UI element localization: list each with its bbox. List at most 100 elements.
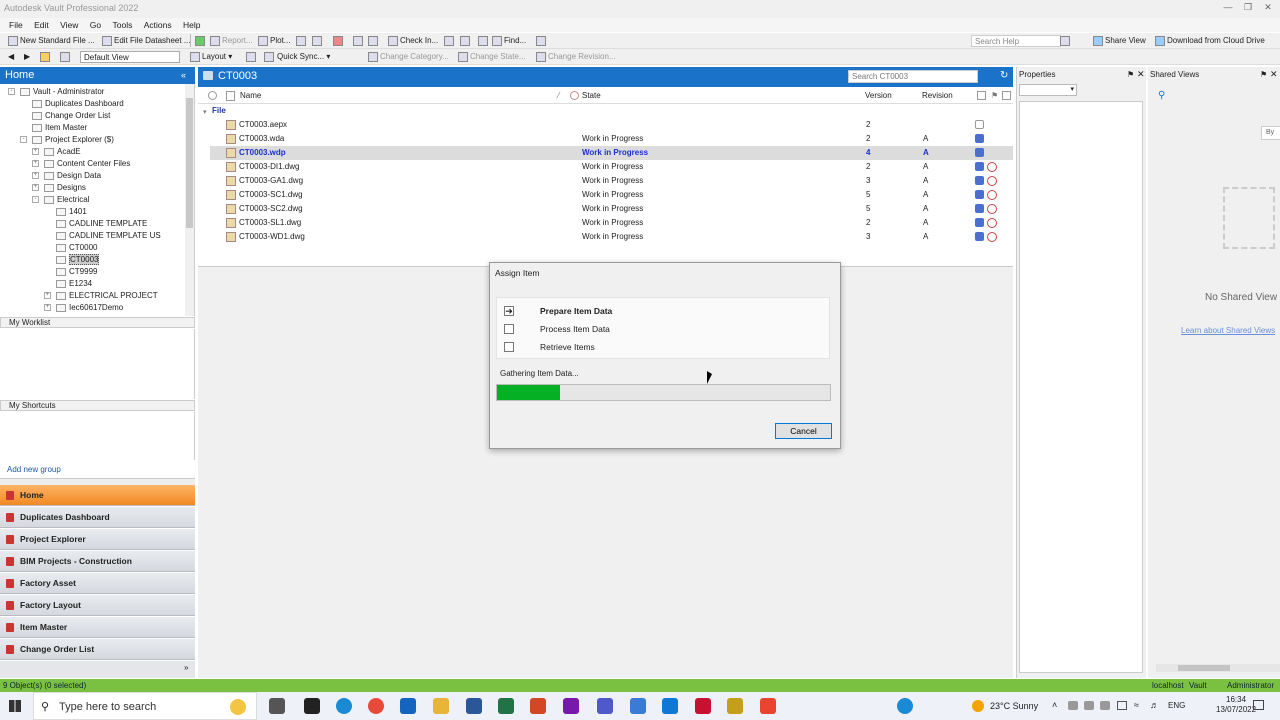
tree-node[interactable]: CADLINE TEMPLATE (56, 218, 147, 230)
wifi-icon[interactable]: ≈ (1134, 700, 1139, 710)
file-row[interactable]: CT0003-WD1.dwg Work in Progress 3 A (210, 230, 1013, 244)
quick-sync-button[interactable]: Quick Sync... ▾ (277, 51, 330, 63)
tree-node[interactable]: CT0000 (56, 242, 97, 254)
tree-node[interactable]: + Designs (32, 182, 86, 194)
todo-icon[interactable] (630, 698, 646, 714)
tag-column-icon[interactable]: ⚑ (991, 91, 998, 100)
taskbar-clock[interactable]: 16:34 13/07/2022 (1216, 695, 1256, 715)
share-view-button[interactable]: Share View (1093, 35, 1146, 47)
tree-node[interactable]: + Iec60617Demo (44, 302, 123, 314)
get-button[interactable] (368, 35, 380, 47)
preview-button[interactable] (312, 35, 324, 47)
edit-file-datasheet-button[interactable]: Edit File Datasheet ... (102, 35, 190, 47)
tree-node[interactable]: Change Order List (32, 110, 110, 122)
collapse-icon[interactable]: - (20, 136, 27, 143)
nav-button[interactable]: Duplicates Dashboard (0, 507, 195, 528)
refresh-icon[interactable]: ↻ (1000, 70, 1008, 81)
column-chooser-icon[interactable] (1002, 91, 1011, 100)
tree-node[interactable]: 1401 (56, 206, 87, 218)
expand-icon[interactable]: + (32, 148, 39, 155)
volume-icon[interactable]: ♬ (1150, 700, 1159, 710)
shared-views-scrollbar[interactable] (1156, 664, 1280, 672)
help-app-icon[interactable] (897, 698, 913, 714)
file-row[interactable]: CT0003.wdp Work in Progress 4 A (210, 146, 1013, 160)
change-state-button[interactable]: Change State... (458, 51, 526, 63)
collapse-pane-icon[interactable]: « (181, 70, 186, 80)
restore-button[interactable]: ❐ (1238, 2, 1258, 13)
notifications-icon[interactable] (1253, 700, 1264, 710)
menu-help[interactable]: Help (183, 18, 200, 32)
nav-button[interactable]: Factory Asset (0, 573, 195, 594)
tree-node[interactable]: Item Master (32, 122, 87, 134)
expand-icon[interactable]: + (44, 304, 51, 311)
status-column-icon[interactable] (977, 91, 986, 100)
find-button[interactable]: Find... (492, 35, 526, 47)
menu-edit[interactable]: Edit (34, 18, 49, 32)
close-shared-views-icon[interactable]: ✕ (1270, 69, 1278, 80)
teams-icon[interactable] (597, 698, 613, 714)
taskbar-search-box[interactable]: ⚲ Type here to search (33, 692, 257, 720)
tray-app-icon[interactable] (1084, 701, 1094, 710)
autocad-electrical-icon[interactable] (760, 698, 776, 714)
forward-button[interactable]: ▶ (24, 51, 30, 63)
column-state[interactable]: State (582, 91, 601, 100)
expand-icon[interactable]: + (32, 160, 39, 167)
powerpoint-icon[interactable] (530, 698, 546, 714)
file-row[interactable]: CT0003-GA1.dwg Work in Progress 3 A (210, 174, 1013, 188)
pin-icon[interactable]: ⚑ (1127, 70, 1134, 79)
menu-tools[interactable]: Tools (112, 18, 132, 32)
tree-node[interactable]: - Vault - Administrator (8, 86, 104, 98)
toolbar-icon-c[interactable] (478, 35, 490, 47)
delete-button[interactable] (333, 35, 345, 47)
download-cloud-button[interactable]: Download from Cloud Drive (1155, 35, 1265, 47)
properties-selector[interactable]: ▾ (1019, 84, 1077, 96)
new-standard-file-button[interactable]: New Standard File ... (8, 35, 95, 47)
refresh-button[interactable] (195, 35, 207, 47)
folder-search-input[interactable]: Search CT0003 (848, 70, 978, 83)
tree-node[interactable]: + Content Center Files (32, 158, 130, 170)
my-shortcuts-header[interactable]: My Shortcuts (0, 400, 195, 411)
language-indicator[interactable]: ENG (1168, 701, 1185, 710)
toolbar-icon-b[interactable] (460, 35, 472, 47)
toggle-pane-button[interactable] (60, 51, 72, 63)
add-new-group-link[interactable]: Add new group (7, 465, 61, 474)
pin-icon[interactable]: ⚑ (1260, 70, 1267, 79)
file-type-column-icon[interactable] (226, 91, 235, 101)
my-worklist-header[interactable]: My Worklist (0, 317, 195, 328)
change-category-button[interactable]: Change Category... (368, 51, 449, 63)
task-view-icon[interactable] (269, 698, 285, 714)
tree-node[interactable]: CT9999 (56, 266, 97, 278)
shared-views-search-icon[interactable]: ⚲ (1158, 90, 1165, 101)
tree-node[interactable]: - Electrical (32, 194, 89, 206)
file-row[interactable]: CT0003-SC2.dwg Work in Progress 5 A (210, 202, 1013, 216)
tree-node[interactable]: - Project Explorer ($) (20, 134, 114, 146)
tree-node[interactable]: + Design Data (32, 170, 101, 182)
file-row[interactable]: CT0003-SL1.dwg Work in Progress 2 A (210, 216, 1013, 230)
back-button[interactable]: ◀ (8, 51, 14, 63)
edge-icon[interactable] (336, 698, 352, 714)
tray-app-icon[interactable] (1068, 701, 1078, 710)
up-folder-button[interactable] (40, 51, 52, 63)
column-name[interactable]: Name (240, 91, 261, 100)
tree-node[interactable]: E1234 (56, 278, 92, 290)
menu-view[interactable]: View (60, 18, 78, 32)
search-options-icon[interactable]: ⚙ (970, 71, 978, 82)
tree-node[interactable]: + ELECTRICAL PROJECT (44, 290, 158, 302)
column-revision[interactable]: Revision (922, 91, 953, 100)
expand-icon[interactable]: + (32, 184, 39, 191)
excel-icon[interactable] (498, 698, 514, 714)
file-row[interactable]: CT0003-DI1.dwg Work in Progress 2 A (210, 160, 1013, 174)
check-in-button[interactable]: Check In... (388, 35, 438, 47)
nav-button[interactable]: BIM Projects - Construction (0, 551, 195, 572)
outlook-icon[interactable] (400, 698, 416, 714)
nav-button[interactable]: Item Master (0, 617, 195, 638)
chrome-icon[interactable] (368, 698, 384, 714)
file-row[interactable]: CT0003-SC1.dwg Work in Progress 5 A (210, 188, 1013, 202)
view-select[interactable]: Default View (80, 51, 180, 63)
file-row[interactable]: CT0003.wda Work in Progress 2 A (210, 132, 1013, 146)
column-version[interactable]: Version (865, 91, 892, 100)
search-help-input[interactable]: Search Help (971, 35, 1061, 47)
learn-shared-views-link[interactable]: Learn about Shared Views (1181, 326, 1275, 335)
vault-icon[interactable] (727, 698, 743, 714)
report-button[interactable]: Report... (210, 35, 253, 47)
